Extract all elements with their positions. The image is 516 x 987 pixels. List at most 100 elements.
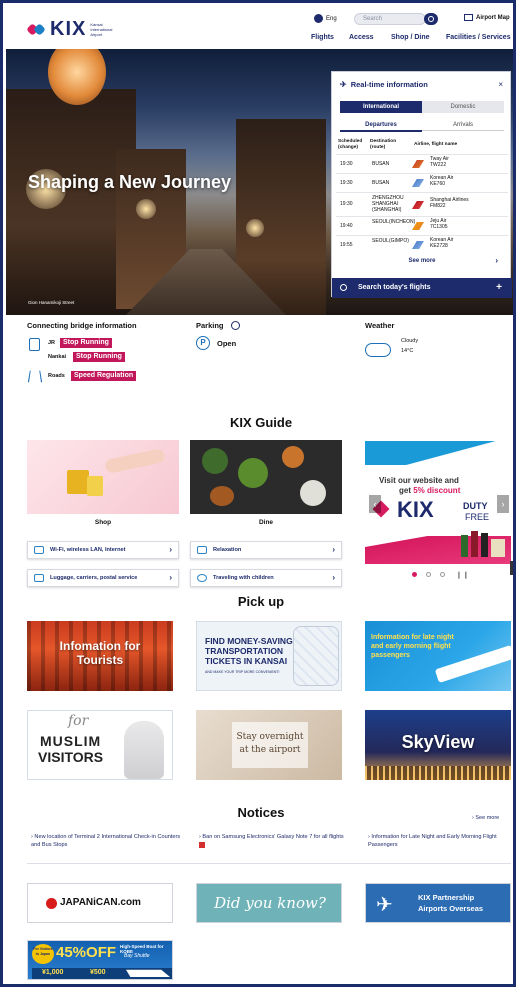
flight-row[interactable]: 19:30 BUSAN Korean Air KE760 [336,173,508,192]
notice-item[interactable]: › New location of Terminal 2 Internation… [31,833,181,849]
service-children[interactable]: Traveling with children [190,569,342,587]
pickup-muslim-visitors[interactable]: for MUSLIM VISITORS [27,710,173,780]
road-icon [27,370,43,383]
jr-status-badge: Stop Running [60,338,112,348]
carousel-prev-button[interactable]: ‹ [369,495,381,513]
flight-row[interactable]: 19:55 SEOUL(GIMPO) Korean Air KE2728 [336,235,508,254]
tab-departures[interactable]: Departures [340,120,422,132]
airline-logo-icon [412,179,424,187]
service-relaxation[interactable]: Relaxation [190,541,342,559]
notice-item[interactable]: › Ban on Samsung Electronics' Galaxy Not… [199,833,349,849]
map-icon [464,14,473,21]
banner-did-you-know[interactable]: Did you know? [196,883,342,923]
relaxation-icon [197,546,207,554]
pdf-icon [199,841,205,848]
notices-see-more-link[interactable]: › See more [472,815,499,821]
col-airline: Airline, flight name [414,142,458,147]
info-circle-icon[interactable] [231,321,240,330]
realtime-title: Real-time information [350,80,428,89]
tab-arrivals[interactable]: Arrivals [422,120,504,131]
shop-card[interactable] [27,440,179,514]
logo-text: KIX [50,18,87,40]
roads-label: Roads [48,373,65,379]
cloud-icon [365,343,391,357]
japanican-logo-icon [46,898,57,909]
chevron-right-icon: › [495,256,498,265]
notice-item[interactable]: › Information for Late Night and Early M… [368,833,513,849]
carousel-next-button[interactable]: › [497,495,509,513]
language-selector[interactable]: Eng [314,14,337,23]
service-wifi[interactable]: Wi-Fi, wireless LAN, Internet [27,541,179,559]
kix-logo[interactable]: KIX Kansai International Airport [26,18,120,41]
children-icon [197,574,207,582]
airline-logo-icon [412,160,424,168]
duty-free-promo[interactable]: Visit our website and get 5% discount KI… [365,441,511,564]
page-frame: KIX Kansai International Airport Eng Sea… [0,0,516,987]
plane-icon: ✈ [376,894,393,916]
realtime-header: ✈ Real-time information [340,80,428,89]
carousel-dot-active[interactable] [412,572,417,577]
nav-facilities-services[interactable]: Facilities / Services [446,34,511,41]
weather-temp: 14°C [401,348,414,354]
globe-icon [314,14,323,23]
jr-label: JR [48,340,56,346]
bridge-info-title: Connecting bridge information [27,321,137,330]
close-icon[interactable]: × [498,80,503,89]
banner-partnership-airports[interactable]: ✈ KIX Partnership Airports Overseas [365,883,511,923]
plane-icon: ✈ [340,80,347,89]
notices-title: Notices [237,805,285,820]
hero-caption: Gion Hanamikoji Street [28,300,75,305]
nav-access[interactable]: Access [349,34,374,41]
tab-domestic[interactable]: Domestic [422,101,504,113]
pickup-tourists[interactable]: Infomation for Tourists [27,621,173,691]
divider [27,863,511,864]
nav-shop-dine[interactable]: Shop / Dine [391,34,430,41]
airport-map-link[interactable]: Airport Map [464,14,510,21]
language-label: Eng [326,15,337,22]
service-luggage[interactable]: Luggage, carriers, postal service [27,569,179,587]
nankai-label: Nankai [48,354,67,360]
tab-international[interactable]: International [340,101,422,113]
train-icon [29,338,40,351]
roads-status-badge: Speed Regulation [71,371,137,381]
see-more-flights-link[interactable]: See more › [332,254,512,268]
weather-title: Weather [365,321,395,330]
promo-brand: KIX [397,497,434,522]
parking-title: Parking [196,321,224,330]
pickup-title: Pick up [237,594,285,609]
scroll-to-top-button[interactable] [510,561,513,575]
nav-flights[interactable]: Flights [311,34,334,41]
pickup-stay-overnight[interactable]: Stay overnight at the airport [196,710,342,780]
banner-bay-shuttle[interactable]: For Visitors to Japan 45%OFF High-Speed … [27,940,173,980]
realtime-panel: ✈ Real-time information × International … [331,71,512,298]
airline-logo-icon [412,201,424,209]
airline-logo-icon [412,241,424,249]
pickup-transport-tickets[interactable]: FIND MONEY-SAVING TRANSPORTATION TICKETS… [196,621,342,691]
weather-desc: Cloudy [401,338,419,344]
banner-japanican[interactable]: JAPANiCAN.com [27,883,173,923]
flight-row[interactable]: 19:40 SEOUL(INCHEON) Jeju Air 7C1305 [336,216,508,235]
pickup-late-night[interactable]: Information for late night and early mor… [365,621,511,691]
flight-row[interactable]: 19:30 BUSAN Tway Air TW222 [336,154,508,173]
site-header: KIX Kansai International Airport Eng Sea… [6,6,513,49]
hero-title: Shaping a New Journey [28,172,232,192]
carousel-dot[interactable] [440,572,445,577]
shop-link[interactable]: Shop [27,519,179,526]
carousel-pause-icon[interactable]: ❙❙ [456,571,470,579]
kix-logo-mark-icon [26,22,48,38]
dine-link[interactable]: Dine [190,519,342,526]
dine-card[interactable] [190,440,342,514]
flight-row[interactable]: 19:30 ZHENGZHOU SHANGHAI (SHANGHAI) Shan… [336,192,508,216]
nankai-status-badge: Stop Running [73,352,125,362]
carousel-dot[interactable] [426,572,431,577]
col-destination: Destination (route) [370,139,397,150]
pickup-skyview[interactable]: SkyView [365,710,511,780]
wifi-icon [34,546,44,554]
search-flights-button[interactable]: Search today's flights + [332,278,512,298]
parking-status: Open [217,339,237,348]
search-button[interactable] [424,13,438,25]
search-input[interactable]: Search [354,13,426,25]
luggage-icon [34,574,44,582]
logo-subtitle: Kansai International Airport [90,22,113,37]
parking-icon: P [196,336,210,350]
